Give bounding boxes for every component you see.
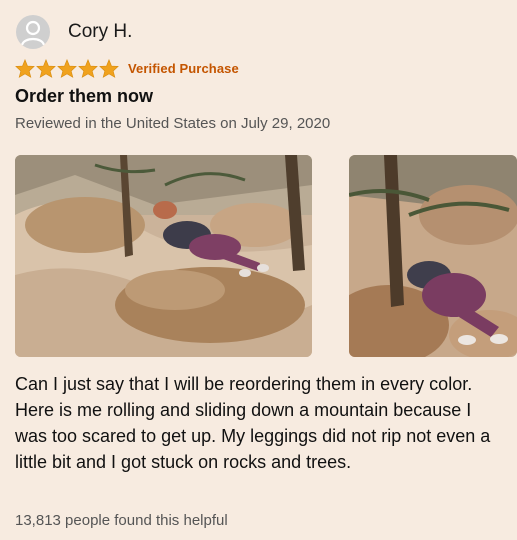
review-photos: [15, 155, 517, 357]
review-card: Cory H. Verified Purchase Order them now…: [0, 0, 517, 540]
review-photo-1[interactable]: [15, 155, 312, 357]
review-body: Can I just say that I will be reordering…: [15, 374, 491, 472]
author-name[interactable]: Cory H.: [68, 21, 132, 43]
verified-purchase-badge: Verified Purchase: [128, 61, 239, 76]
helpful-count: 13,813 people found this helpful: [15, 512, 228, 529]
star-rating[interactable]: [15, 59, 120, 78]
review-date: Reviewed in the United States on July 29…: [15, 115, 331, 132]
star-icon: [15, 59, 35, 78]
star-icon: [78, 59, 98, 78]
review-title: Order them now: [15, 86, 154, 106]
user-silhouette-icon: [20, 20, 46, 46]
star-icon: [36, 59, 56, 78]
star-icon: [57, 59, 77, 78]
avatar[interactable]: [16, 15, 50, 49]
star-icon: [99, 59, 119, 78]
review-photo-2[interactable]: [349, 155, 517, 357]
review-header: Cory H.: [16, 14, 132, 50]
rating-row: Verified Purchase: [15, 59, 239, 78]
